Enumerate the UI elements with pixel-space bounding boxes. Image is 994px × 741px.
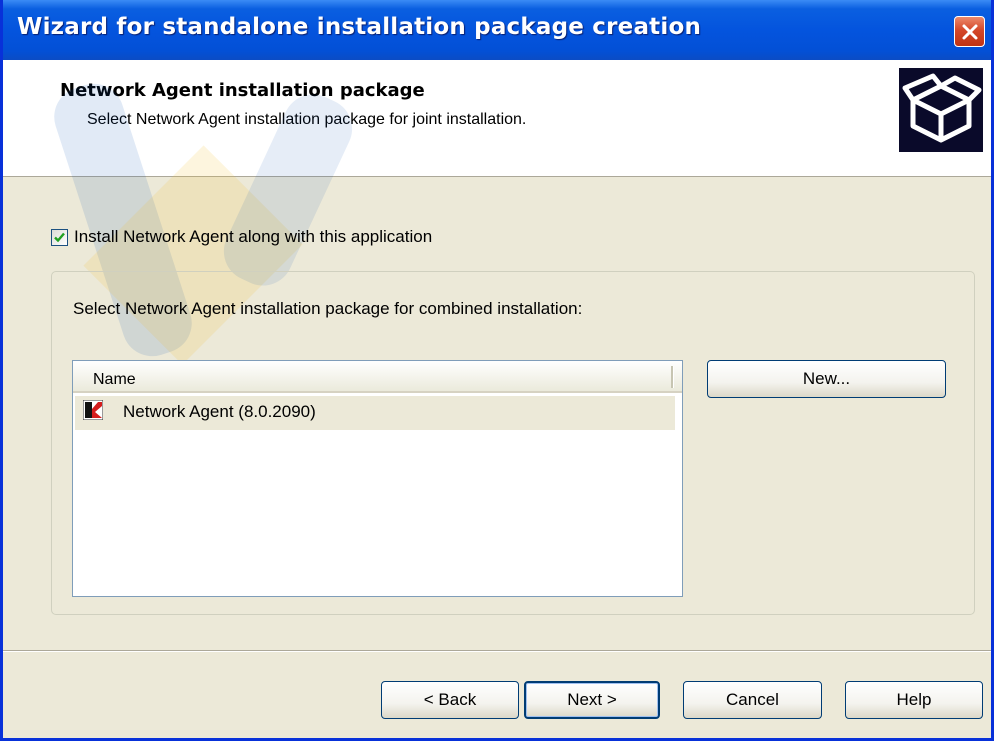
package-select-label: Select Network Agent installation packag…	[73, 299, 583, 318]
install-agent-option[interactable]: Install Network Agent along with this ap…	[51, 226, 432, 248]
next-button[interactable]: Next >	[524, 681, 660, 719]
wizard-header: Network Agent installation package Selec…	[3, 60, 991, 177]
list-item[interactable]: Network Agent (8.0.2090)	[75, 396, 675, 430]
cancel-button[interactable]: Cancel	[683, 681, 822, 719]
wizard-window: Wizard for standalone installation packa…	[0, 0, 994, 741]
column-header-name[interactable]: Name	[93, 371, 136, 389]
footer-divider	[3, 650, 991, 652]
window-title: Wizard for standalone installation packa…	[17, 14, 702, 40]
package-list[interactable]: Name Network Agent (8.0.2090)	[72, 360, 683, 597]
back-button[interactable]: < Back	[381, 681, 519, 719]
package-box-icon	[899, 68, 983, 152]
kaspersky-icon	[83, 400, 103, 420]
checkmark-icon	[54, 232, 65, 242]
close-button[interactable]	[954, 16, 985, 47]
new-package-button[interactable]: New...	[707, 360, 946, 398]
help-button[interactable]: Help	[845, 681, 983, 719]
list-item-label: Network Agent (8.0.2090)	[123, 402, 316, 421]
close-icon	[962, 24, 978, 40]
list-header: Name	[73, 361, 682, 393]
column-separator[interactable]	[671, 366, 674, 388]
install-agent-checkbox[interactable]	[51, 228, 68, 246]
install-agent-label: Install Network Agent along with this ap…	[74, 227, 433, 246]
title-bar[interactable]: Wizard for standalone installation packa…	[3, 0, 991, 60]
